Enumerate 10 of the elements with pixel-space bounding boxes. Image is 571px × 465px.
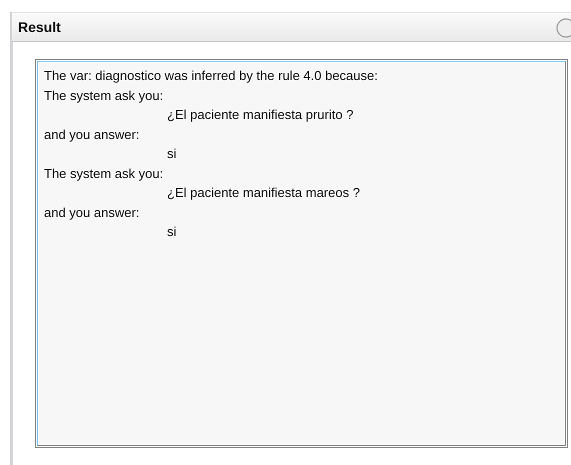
question-text: si [167, 145, 176, 163]
explanation-text: and you answer: [44, 204, 140, 222]
explanation-text: The system ask you: [44, 164, 164, 183]
explanation-text: The system ask you: [44, 86, 164, 105]
question-text: si [167, 223, 176, 241]
question-text: ¿El paciente manifiesta mareos ? [167, 184, 360, 202]
explanation-text: and you answer: [44, 126, 140, 144]
question-text: ¿El paciente manifiesta prurito ? [167, 106, 354, 124]
panel-title: Result [18, 19, 61, 35]
explanation-text: The var: diagnostico was inferred by the rule 4.0 because: [44, 67, 378, 85]
